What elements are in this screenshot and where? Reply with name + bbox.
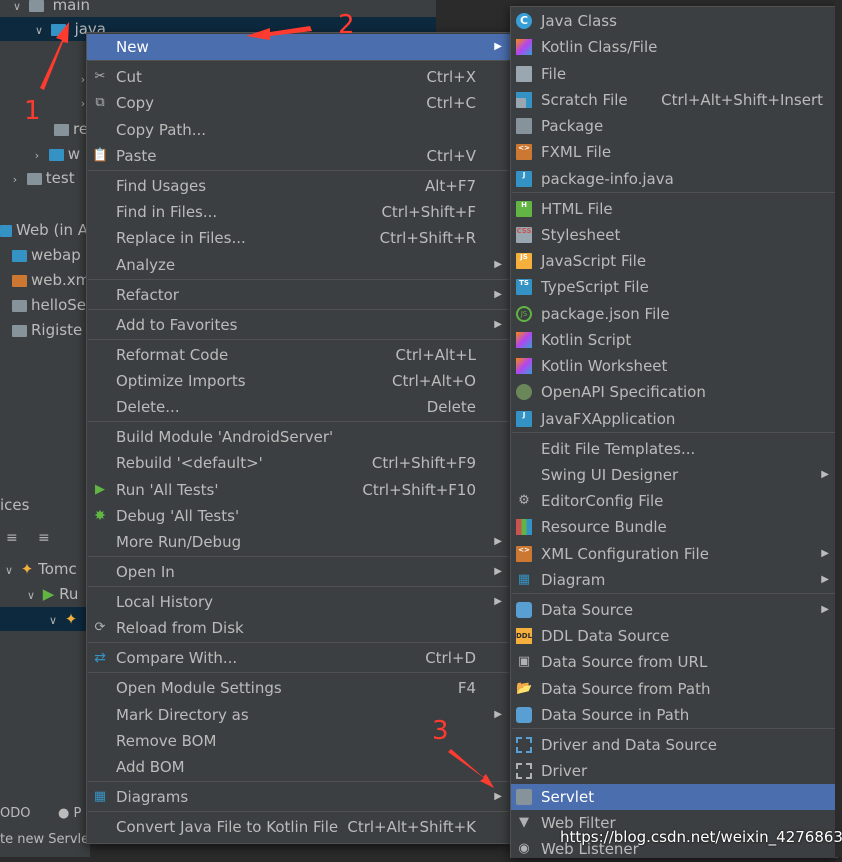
annotation-arrows	[40, 22, 494, 788]
annotation-3: 3	[432, 716, 449, 746]
annotation-arrow-3	[448, 749, 494, 788]
annotation-arrow-1	[40, 22, 69, 90]
annotation-2: 2	[338, 10, 355, 40]
watermark: https://blog.csdn.net/weixin_42768634	[560, 828, 842, 846]
annotation-arrow-2	[246, 26, 312, 40]
annotation-1: 1	[24, 96, 41, 126]
